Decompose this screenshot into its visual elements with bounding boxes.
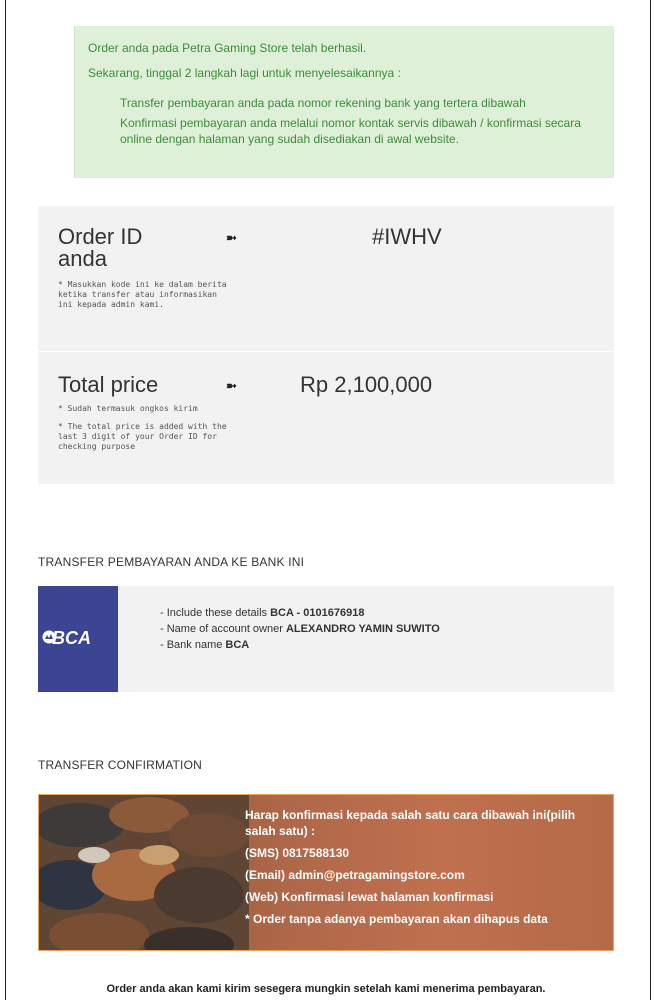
bank-detail-owner: - Name of account owner ALEXANDRO YAMIN … — [160, 623, 440, 635]
order-box-divider — [38, 351, 614, 352]
confirmation-instructions: Harap konfirmasi kepada salah satu cara … — [245, 807, 605, 933]
success-notice: Order anda pada Petra Gaming Store telah… — [74, 26, 614, 178]
total-price-note-shipping: * Sudah termasuk ongkos kirim — [58, 404, 198, 413]
order-id-value: #IWHV — [372, 224, 442, 249]
total-price-note-digits: * The total price is added with the last… — [58, 422, 227, 451]
notice-line-steps: Sekarang, tinggal 2 langkah lagi untuk m… — [88, 66, 401, 80]
order-summary-box: Order ID anda * Masukkan kode ini ke dal… — [38, 206, 614, 484]
confirm-instruction-intro: Harap konfirmasi kepada salah satu cara … — [245, 808, 576, 838]
total-price-label: Total price — [58, 372, 159, 397]
notice-step-confirm: Konfirmasi pembayaran anda melalui nomor… — [120, 116, 581, 146]
shoes-photo — [39, 795, 249, 950]
confirm-section-title: TRANSFER CONFIRMATION — [38, 758, 202, 772]
bank-section-title: TRANSFER PEMBAYARAN ANDA KE BANK INI — [38, 555, 305, 569]
bank-detail-account: - Include these details BCA - 0101676918 — [160, 607, 365, 619]
order-success-page: Order anda pada Petra Gaming Store telah… — [5, 0, 651, 1000]
bank-info-box: BCA - Include these details BCA - 010167… — [38, 586, 614, 692]
confirm-via-web: (Web) Konfirmasi lewat halaman konfirmas… — [245, 890, 494, 904]
total-price-value: Rp 2,100,000 — [300, 372, 433, 397]
bank-detail-name: - Bank name BCA — [160, 639, 250, 651]
notice-step-transfer: Transfer pembayaran anda pada nomor reke… — [120, 96, 526, 110]
bca-logo-text: BCA — [52, 628, 91, 648]
confirm-via-email: (Email) admin@petragamingstore.com — [245, 868, 465, 882]
bca-logo: BCA — [38, 586, 118, 692]
order-id-label: Order ID anda — [58, 224, 143, 271]
order-id-note: * Masukkan kode ini ke dalam berita keti… — [58, 280, 227, 309]
confirmation-banner: Harap konfirmasi kepada salah satu cara … — [38, 794, 614, 951]
confirm-via-sms: (SMS) 0817588130 — [245, 846, 350, 860]
bank-account-number: BCA - 0101676918 — [270, 607, 365, 619]
bank-account-owner: ALEXANDRO YAMIN SUWITO — [285, 623, 440, 635]
bank-details: - Include these details BCA - 0101676918… — [160, 605, 440, 653]
shipping-note: Order anda akan kami kirim sesegera mung… — [106, 983, 546, 995]
total-price-arrow-icon: ➼ — [226, 378, 237, 393]
confirm-warning: * Order tanpa adanya pembayaran akan dih… — [245, 912, 548, 926]
notice-steps-list: Transfer pembayaran anda pada nomor reke… — [120, 95, 614, 147]
order-id-arrow-icon: ➼ — [226, 230, 237, 245]
bank-name: BCA — [225, 639, 250, 651]
notice-line-success: Order anda pada Petra Gaming Store telah… — [88, 41, 367, 55]
